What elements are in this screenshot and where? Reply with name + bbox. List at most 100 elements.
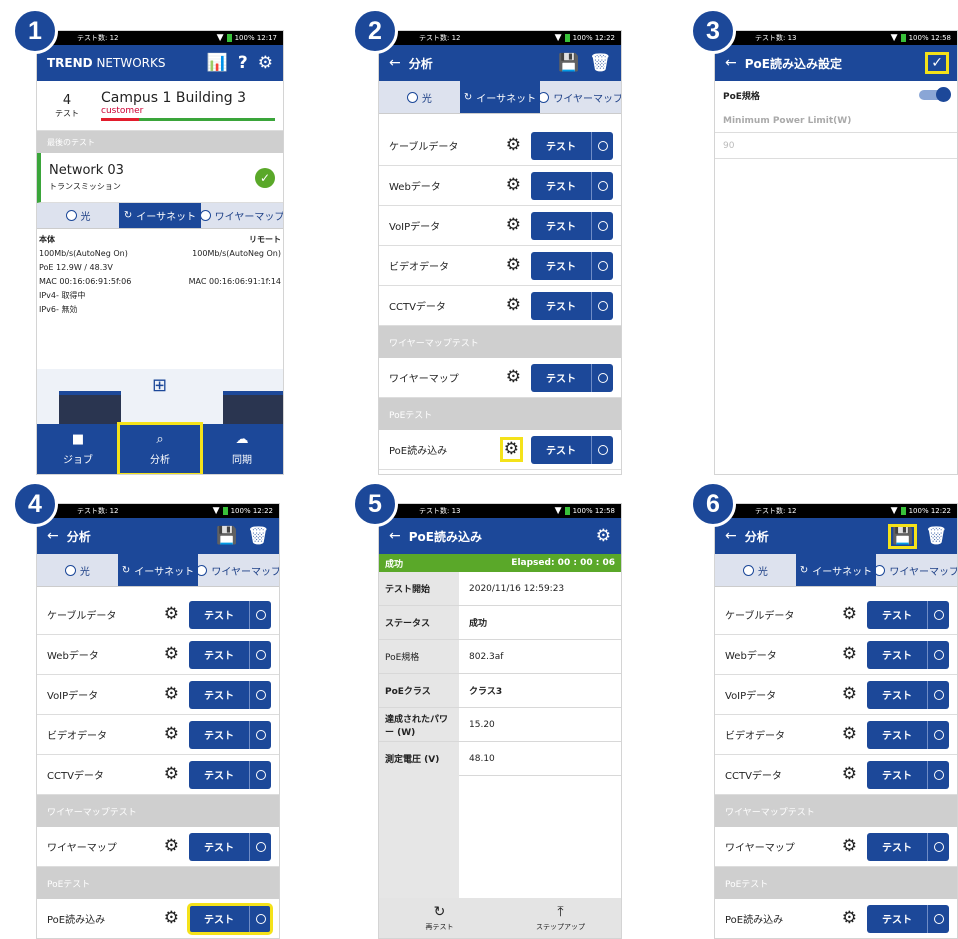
stepup-button[interactable]: ⤒ ステップアップ	[500, 898, 621, 938]
app-header: ← 分析 💾 🗑	[37, 518, 279, 554]
tab-wiremap[interactable]: ワイヤーマップ	[876, 554, 957, 586]
back-arrow-icon[interactable]: ←	[725, 528, 737, 544]
save-icon[interactable]: 💾	[216, 527, 237, 545]
refresh-icon: ↻	[463, 91, 473, 103]
tab-fiber[interactable]: 光	[379, 81, 460, 113]
progress-bar	[101, 118, 275, 121]
test-button[interactable]: テスト	[531, 291, 613, 320]
test-button[interactable]: テスト	[867, 904, 949, 933]
gear-icon[interactable]: ⚙	[506, 257, 521, 274]
test-button[interactable]: テスト	[531, 251, 613, 280]
gear-icon[interactable]: ⚙	[258, 54, 273, 72]
test-button[interactable]: テスト	[867, 720, 949, 749]
test-button[interactable]: テスト	[531, 131, 613, 160]
gear-icon[interactable]: ⚙	[164, 766, 179, 783]
gear-icon[interactable]: ⚙	[842, 726, 857, 743]
battery-icon	[226, 34, 232, 42]
step-badge-5: 5	[352, 481, 398, 527]
list-item: ケーブルデータ ⚙ テスト	[37, 595, 279, 635]
tab-ethernet[interactable]: ↻ イーサネット	[119, 203, 201, 228]
test-button[interactable]: テスト	[531, 211, 613, 240]
test-count-status: テスト数: 13	[755, 34, 797, 42]
tab-wiremap[interactable]: ワイヤーマップ	[540, 81, 621, 113]
trash-icon[interactable]: 🗑	[247, 527, 269, 545]
step-badge-6: 6	[690, 481, 736, 527]
trash-icon[interactable]: 🗑	[925, 527, 947, 545]
tab-ethernet[interactable]: ↻ イーサネット	[117, 554, 199, 586]
chart-icon[interactable]: 📊	[207, 54, 228, 72]
test-button[interactable]: テスト	[531, 435, 613, 464]
trash-icon[interactable]: 🗑	[589, 54, 611, 72]
gear-icon[interactable]: ⚙	[506, 369, 521, 386]
nav-sync[interactable]: ☁ 同期	[201, 424, 283, 474]
back-arrow-icon[interactable]: ←	[47, 528, 59, 544]
test-button[interactable]: テスト	[867, 640, 949, 669]
job-card[interactable]: 4 テスト Campus 1 Building 3 customer	[37, 81, 283, 131]
test-button[interactable]: テスト	[531, 363, 613, 392]
tab-wiremap[interactable]: ワイヤーマップ	[198, 554, 279, 586]
test-button[interactable]: テスト	[867, 760, 949, 789]
gear-icon[interactable]: ⚙	[164, 686, 179, 703]
gear-icon[interactable]: ⚙	[506, 177, 521, 194]
tab-fiber[interactable]: 光	[37, 203, 119, 228]
test-button[interactable]: テスト	[187, 902, 273, 935]
tab-fiber[interactable]: 光	[715, 554, 796, 586]
clock: 100% 12:22	[908, 507, 951, 515]
last-test-card[interactable]: Network 03 トランスミッション ✓	[37, 153, 283, 203]
main-poe: PoE 12.9W / 48.3V	[39, 263, 113, 272]
list-item: Webデータ ⚙ テスト	[715, 635, 957, 675]
gear-icon[interactable]: ⚙	[164, 606, 179, 623]
refresh-icon: ↻	[799, 564, 809, 576]
gear-icon[interactable]: ⚙	[596, 527, 611, 545]
save-icon[interactable]: 💾	[888, 523, 918, 549]
back-arrow-icon[interactable]: ←	[389, 55, 401, 71]
test-button[interactable]: テスト	[189, 600, 271, 629]
gear-icon[interactable]: ⚙	[842, 910, 857, 927]
test-button[interactable]: テスト	[867, 680, 949, 709]
list-item: ケーブルデータ ⚙ テスト	[715, 595, 957, 635]
test-button[interactable]: テスト	[189, 760, 271, 789]
back-arrow-icon[interactable]: ←	[389, 528, 401, 544]
tab-fiber[interactable]: 光	[37, 554, 118, 586]
test-button[interactable]: テスト	[867, 832, 949, 861]
test-button[interactable]: テスト	[189, 832, 271, 861]
nav-analysis[interactable]: ⌕ 分析	[117, 422, 203, 474]
gear-icon[interactable]: ⚙	[842, 606, 857, 623]
retest-button[interactable]: ↻ 再テスト	[379, 898, 500, 938]
tab-ethernet[interactable]: ↻ イーサネット	[795, 554, 877, 586]
tab-ethernet[interactable]: ↻ イーサネット	[459, 81, 541, 113]
main-mac: MAC 00:16:06:91:5f:06	[39, 277, 132, 286]
gear-icon[interactable]: ⚙	[506, 137, 521, 154]
back-arrow-icon[interactable]: ←	[725, 55, 737, 71]
min-power-field[interactable]: 90	[715, 133, 957, 159]
nav-jobs[interactable]: ■ ジョブ	[37, 424, 119, 474]
gear-icon[interactable]: ⚙	[164, 726, 179, 743]
save-icon[interactable]: 💾	[558, 54, 579, 72]
test-button[interactable]: テスト	[867, 600, 949, 629]
help-icon[interactable]: ?	[238, 54, 248, 72]
test-button[interactable]: テスト	[531, 171, 613, 200]
app-header: ← PoE読み込み ⚙	[379, 518, 621, 554]
gear-icon[interactable]: ⚙	[164, 910, 179, 927]
table-row: 測定電圧 (V) 48.10	[379, 742, 621, 776]
gear-icon[interactable]: ⚙	[506, 217, 521, 234]
gear-icon[interactable]: ⚙	[164, 646, 179, 663]
folder-icon: ■	[71, 432, 85, 447]
poe-standard-toggle[interactable]	[919, 87, 951, 102]
test-button[interactable]: テスト	[189, 680, 271, 709]
gear-icon[interactable]: ⚙	[506, 297, 521, 314]
gear-icon[interactable]: ⚙	[842, 646, 857, 663]
gear-icon[interactable]: ⚙	[842, 766, 857, 783]
check-icon[interactable]: ✓	[925, 52, 949, 74]
test-button[interactable]: テスト	[189, 720, 271, 749]
list-item: CCTVデータ ⚙ テスト	[37, 755, 279, 795]
gear-icon[interactable]: ⚙	[842, 838, 857, 855]
remote-poe	[160, 261, 281, 275]
search-icon: ⌕	[156, 432, 164, 447]
device-image-right	[223, 391, 283, 427]
test-button[interactable]: テスト	[189, 640, 271, 669]
gear-icon[interactable]: ⚙	[499, 437, 524, 462]
tab-wiremap[interactable]: ワイヤーマップ	[201, 203, 283, 228]
gear-icon[interactable]: ⚙	[164, 838, 179, 855]
gear-icon[interactable]: ⚙	[842, 686, 857, 703]
